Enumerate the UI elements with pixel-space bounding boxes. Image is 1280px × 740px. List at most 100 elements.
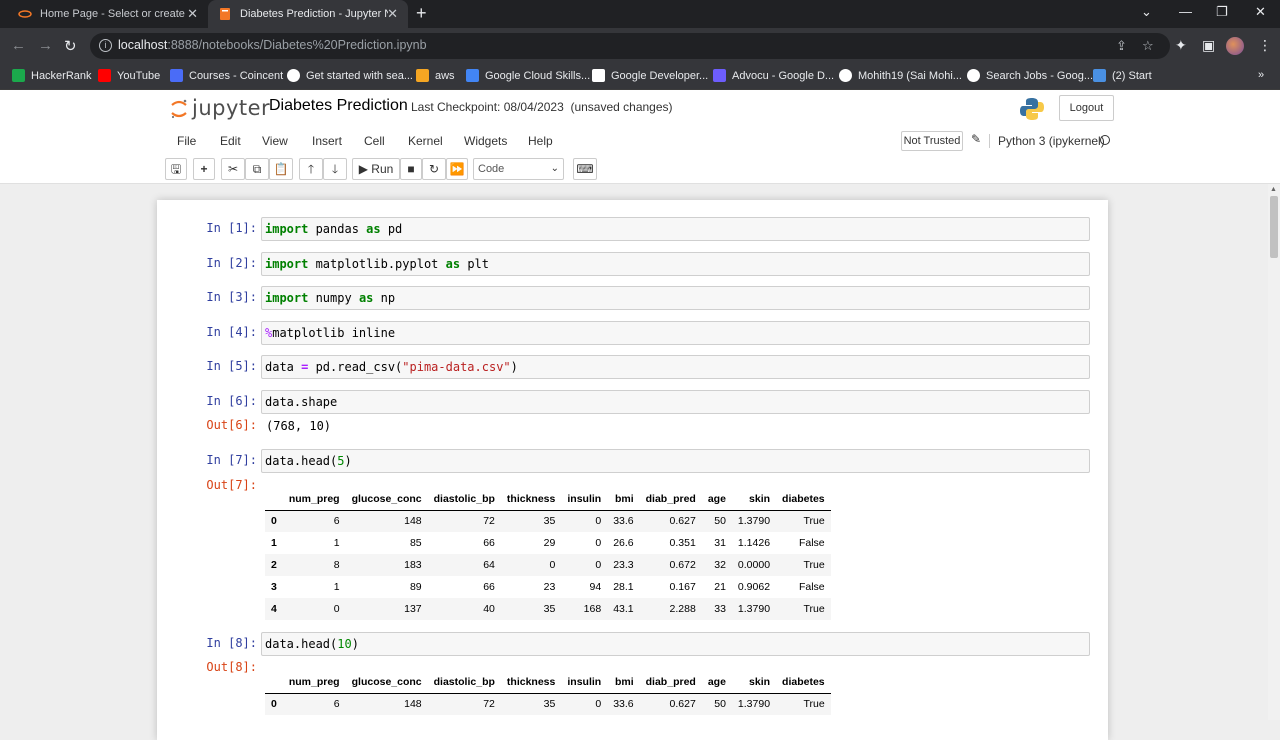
column-header: age — [701, 671, 732, 694]
bookmark-search-jobs[interactable]: Search Jobs - Goog... — [967, 69, 1093, 82]
maximize-icon[interactable]: ❐ — [1216, 4, 1228, 20]
bookmark-get-started[interactable]: Get started with sea... — [287, 69, 413, 82]
extensions-icon[interactable]: ✦ — [1175, 37, 1187, 54]
back-icon[interactable]: ← — [11, 37, 26, 54]
code-cell-8[interactable]: data.head(10) — [261, 632, 1090, 656]
run-button[interactable]: ▶ Run — [352, 158, 400, 180]
menu-insert[interactable]: Insert — [312, 134, 342, 148]
code-cell-4[interactable]: %matplotlib inline — [261, 321, 1090, 345]
menu-help[interactable]: Help — [528, 134, 553, 148]
checkpoint-text: Last Checkpoint: 08/04/2023 — [411, 100, 564, 114]
python-logo-icon — [1020, 98, 1044, 120]
table-cell: False — [798, 537, 825, 549]
column-header: insulin — [561, 488, 608, 511]
play-icon: ▶ — [358, 162, 368, 176]
bookmark-youtube[interactable]: YouTube — [98, 69, 160, 82]
table-cell: 0 — [595, 537, 602, 549]
input-prompt: In [2]: — [206, 256, 257, 270]
bookmark-label: Courses - Coincent — [189, 69, 284, 82]
table-cell: 43.1 — [613, 603, 634, 615]
kernel-name[interactable]: Python 3 (ipykernel) — [989, 134, 1105, 148]
new-tab-icon[interactable]: + — [416, 4, 427, 22]
code-cell-7[interactable]: data.head(5) — [261, 449, 1090, 473]
scissors-icon: ✂ — [227, 162, 239, 176]
menu-cell[interactable]: Cell — [364, 134, 385, 148]
google-developers-icon — [592, 69, 605, 82]
side-panel-icon[interactable]: ▣ — [1202, 37, 1215, 54]
command-palette-button[interactable]: ⌨ — [573, 158, 597, 180]
tab-home-page[interactable]: Home Page - Select or create a n ✕ — [8, 0, 208, 28]
restart-run-all-button[interactable]: ⏩ — [446, 158, 468, 180]
table-row: 0 6 148 72 35 0 33.6 0.627 50 1.3790 True — [265, 693, 831, 715]
code-cell-2[interactable]: import matplotlib.pyplot as plt — [261, 252, 1090, 276]
youtube-icon — [98, 69, 111, 82]
more-menu-icon[interactable]: ⋮ — [1258, 37, 1272, 54]
bookmark-star-icon[interactable]: ☆ — [1142, 38, 1154, 54]
menu-edit[interactable]: Edit — [220, 134, 241, 148]
jupyter-logo[interactable]: jupyter — [168, 96, 270, 122]
code-cell-6[interactable]: data.shape — [261, 390, 1090, 414]
bookmark-google-developer[interactable]: Google Developer... — [592, 69, 708, 82]
table-header-row: num_preg glucose_conc diastolic_bp thick… — [265, 671, 831, 694]
tab-diabetes-prediction[interactable]: Diabetes Prediction - Jupyter No ✕ — [208, 0, 408, 28]
bookmark-aws[interactable]: aws — [416, 69, 455, 82]
table-cell: 72 — [483, 698, 495, 711]
page-scrollbar[interactable]: ▲ — [1268, 184, 1280, 720]
table-index-header — [265, 671, 283, 694]
copy-button[interactable]: ⧉ — [245, 158, 269, 180]
cell-type-select[interactable]: Code ⌄ — [473, 158, 564, 180]
stop-icon: ■ — [407, 162, 415, 176]
more-bookmarks-icon[interactable]: » — [1258, 69, 1264, 81]
notebook-site[interactable]: In [1]: import pandas as pd In [2]: impo… — [0, 184, 1268, 740]
bookmark-label: Get started with sea... — [306, 69, 413, 82]
row-index: 0 — [271, 698, 277, 711]
move-up-button[interactable]: 🡑 — [299, 158, 323, 180]
table-cell: 6 — [333, 515, 340, 528]
site-info-icon[interactable]: i — [99, 39, 112, 52]
table-cell: 85 — [409, 537, 422, 549]
trust-button[interactable]: Not Trusted — [901, 131, 963, 151]
column-header: diabetes — [776, 671, 831, 694]
scroll-up-icon[interactable]: ▲ — [1270, 186, 1277, 193]
close-icon[interactable]: ✕ — [187, 6, 198, 22]
input-prompt: In [5]: — [206, 359, 257, 373]
table-cell: 137 — [404, 603, 422, 615]
coincent-icon — [170, 69, 183, 82]
tab-search-icon[interactable]: ⌄ — [1141, 4, 1152, 20]
bookmark-start[interactable]: (2) Start — [1093, 69, 1152, 82]
url-input[interactable]: i localhost:8888/notebooks/Diabetes%20Pr… — [90, 33, 1170, 59]
restart-button[interactable]: ↻ — [422, 158, 446, 180]
menu-file[interactable]: File — [177, 134, 196, 148]
profile-avatar[interactable] — [1226, 37, 1244, 55]
menu-widgets[interactable]: Widgets — [464, 134, 507, 148]
insert-cell-button[interactable]: + — [193, 158, 215, 180]
menu-kernel[interactable]: Kernel — [408, 134, 443, 148]
minimize-icon[interactable]: — — [1179, 4, 1192, 19]
bookmark-google-cloud[interactable]: Google Cloud Skills... — [466, 69, 590, 82]
code-cell-3[interactable]: import numpy as np — [261, 286, 1090, 310]
bookmark-advocu[interactable]: Advocu - Google D... — [713, 69, 834, 82]
edit-pencil-icon[interactable]: ✎ — [971, 132, 981, 146]
save-button[interactable]: 🖫 — [165, 158, 187, 180]
reload-icon[interactable]: ↻ — [64, 37, 77, 55]
bookmark-coincent[interactable]: Courses - Coincent — [170, 69, 283, 82]
forward-icon[interactable]: → — [38, 37, 53, 54]
move-down-button[interactable]: 🡓 — [323, 158, 347, 180]
close-window-icon[interactable]: ✕ — [1255, 4, 1266, 20]
cut-button[interactable]: ✂ — [221, 158, 245, 180]
logout-button[interactable]: Logout — [1059, 95, 1114, 121]
menu-view[interactable]: View — [262, 134, 288, 148]
notebook-title[interactable]: Diabetes Prediction — [269, 97, 408, 115]
scrollbar-thumb[interactable] — [1270, 196, 1278, 258]
code-cell-1[interactable]: import pandas as pd — [261, 217, 1090, 241]
checkpoint-status: Last Checkpoint: 08/04/2023 (unsaved cha… — [411, 100, 673, 114]
bookmark-hackerrank[interactable]: HackerRank — [12, 69, 92, 82]
unsaved-indicator: (unsaved changes) — [570, 100, 673, 114]
interrupt-button[interactable]: ■ — [400, 158, 422, 180]
code-cell-5[interactable]: data = pd.read_csv("pima-data.csv") — [261, 355, 1090, 379]
table-cell: 0 — [595, 559, 602, 571]
paste-button[interactable]: 📋 — [269, 158, 293, 180]
bookmark-github[interactable]: Mohith19 (Sai Mohi... — [839, 69, 962, 82]
share-icon[interactable]: ⇪ — [1116, 38, 1127, 54]
close-icon[interactable]: ✕ — [387, 6, 398, 22]
